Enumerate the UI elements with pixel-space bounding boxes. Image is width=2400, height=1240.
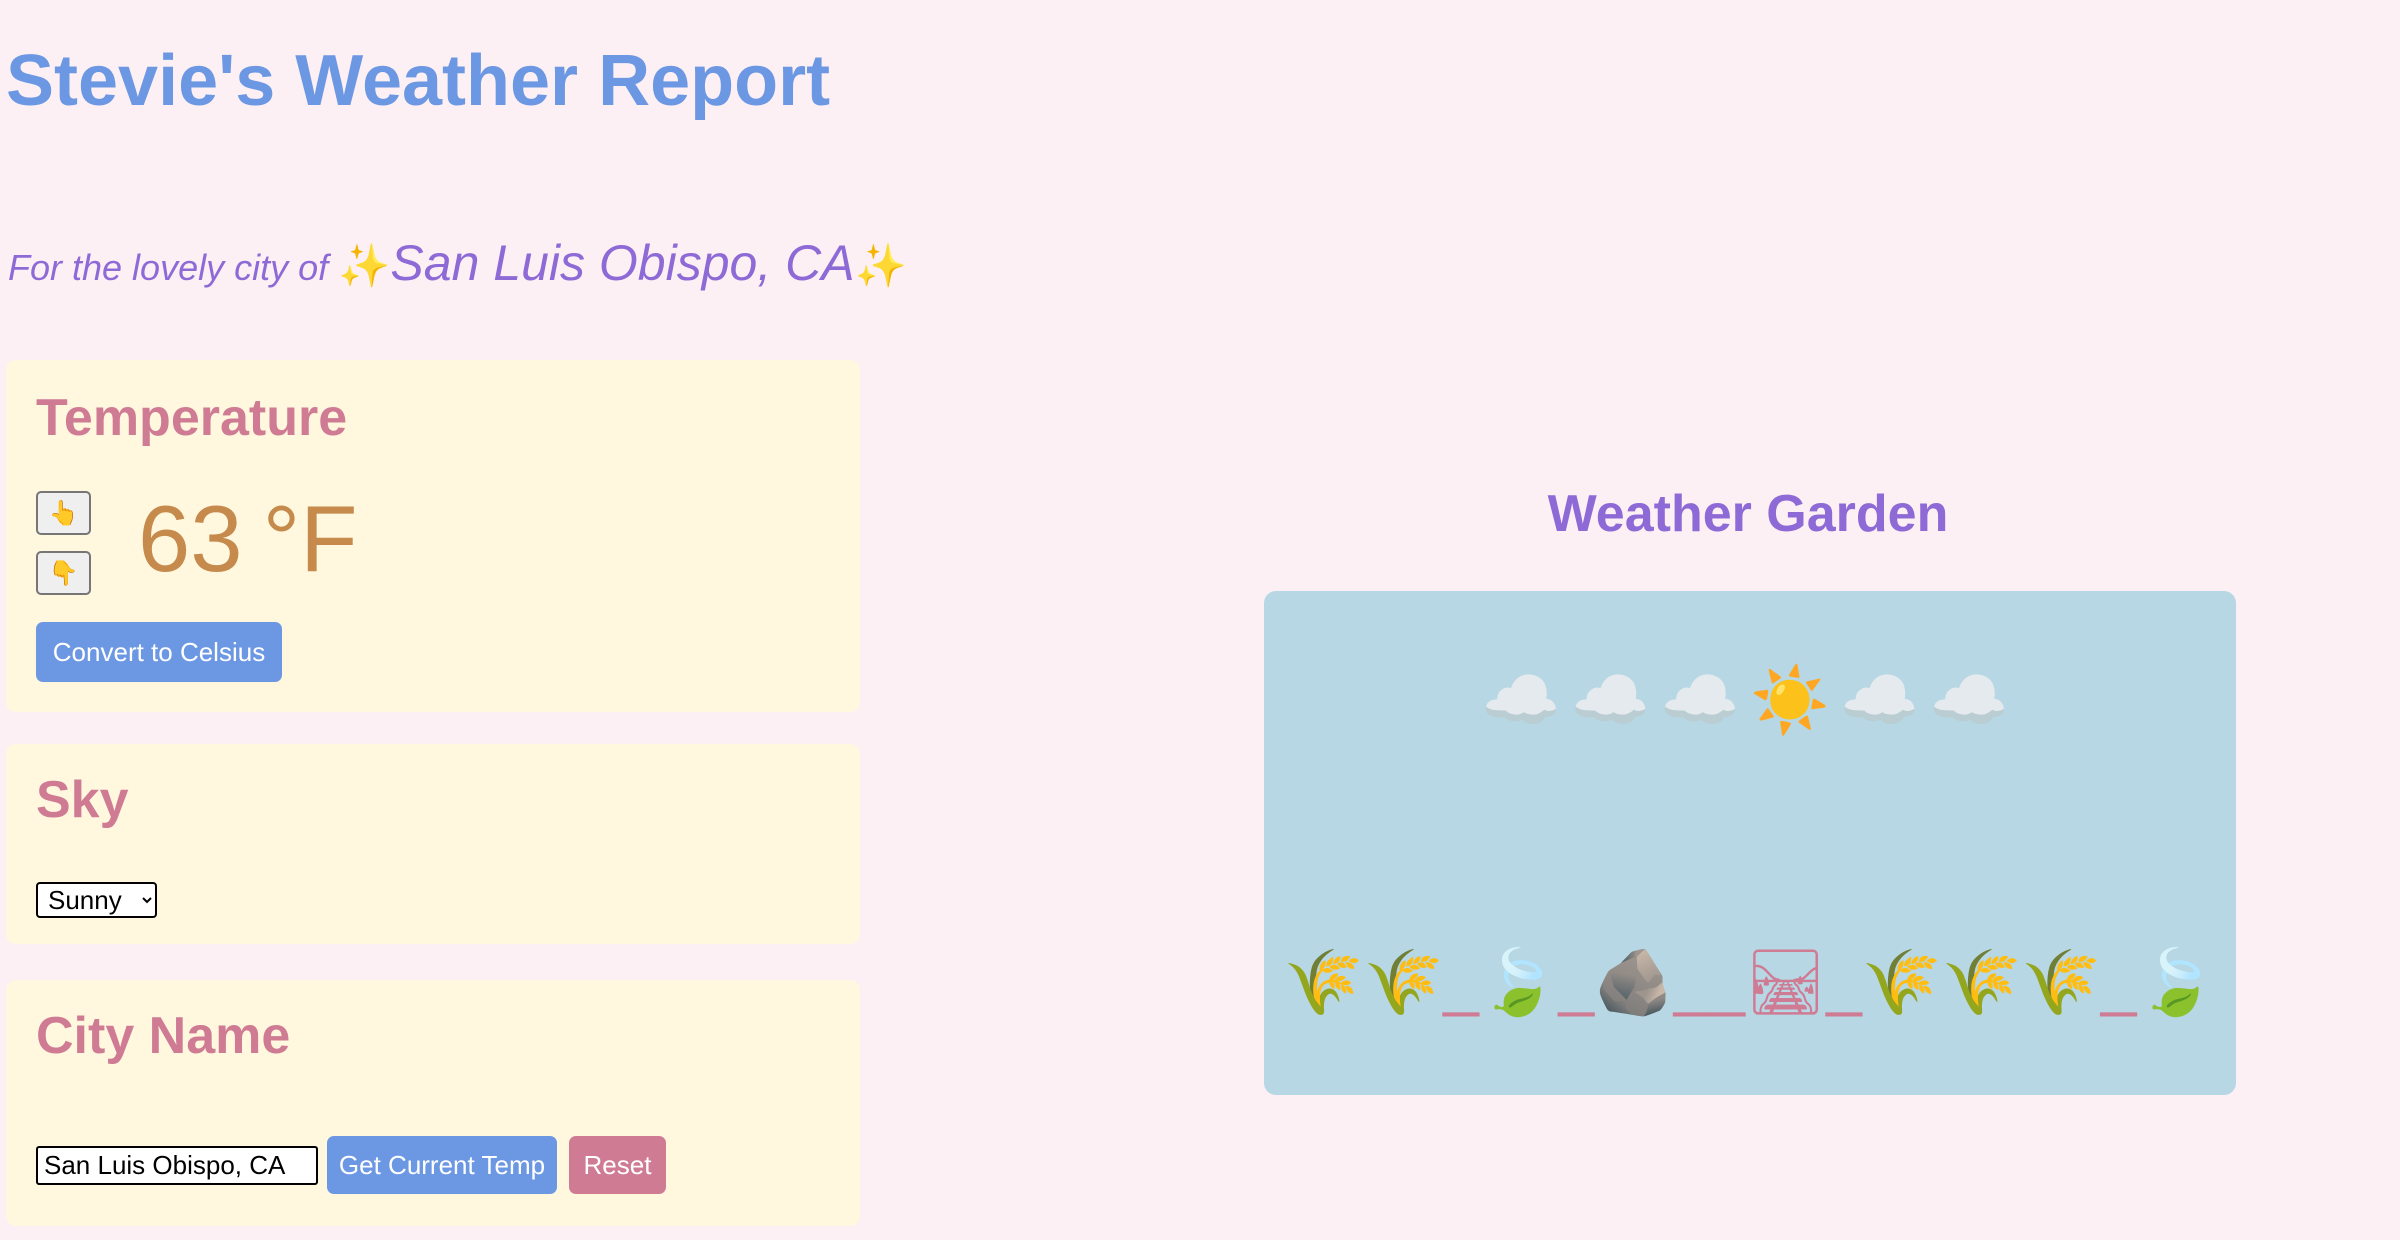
page-title: Stevie's Weather Report: [6, 41, 831, 121]
reset-button[interactable]: Reset: [569, 1136, 666, 1194]
city-name-card: City Name Get Current Temp Reset: [6, 980, 860, 1226]
temperature-heading: Temperature: [36, 389, 348, 447]
sky-select[interactable]: Sunny: [36, 882, 157, 918]
weather-garden-heading: Weather Garden: [1547, 485, 1949, 543]
city-name-heading: City Name: [36, 1007, 291, 1065]
temperature-value: 63: [138, 486, 243, 591]
sky-heading: Sky: [36, 771, 129, 829]
weather-garden: ☁️☁️☁️☀️☁️☁️ 🌾🌾_🍃_🪨__🛤_🌾🌾🌾_🍃: [1264, 591, 2236, 1095]
sky-emoji-row: ☁️☁️☁️☀️☁️☁️: [1480, 664, 2020, 736]
landscape-emoji-row: 🌾🌾_🍃_🪨__🛤_🌾🌾🌾_🍃: [1283, 946, 2217, 1018]
subtitle-prefix: For the lovely city of: [8, 247, 339, 288]
convert-to-celsius-button[interactable]: Convert to Celsius: [36, 622, 282, 682]
decrease-temp-button[interactable]: 👇: [36, 551, 91, 595]
increase-temp-button[interactable]: 👆: [36, 491, 91, 535]
pointing-down-icon: 👇: [48, 559, 79, 587]
temperature-display: 63 °F: [138, 484, 358, 594]
sky-card: Sky Sunny: [6, 744, 860, 944]
weather-report-page: Stevie's Weather Report For the lovely c…: [0, 0, 2400, 1240]
city-subtitle: For the lovely city of ✨San Luis Obispo,…: [8, 228, 907, 311]
temperature-unit: °F: [262, 486, 358, 591]
city-name-input[interactable]: [36, 1146, 318, 1185]
get-current-temp-button[interactable]: Get Current Temp: [327, 1136, 557, 1194]
pointing-up-icon: 👆: [48, 499, 79, 527]
subtitle-city-name: San Luis Obispo, CA: [390, 235, 855, 291]
sparkle-icon-right: ✨: [854, 242, 907, 289]
temperature-card: Temperature 👆 👇 63 °F Convert to Celsius: [6, 360, 860, 712]
sparkle-icon-left: ✨: [338, 242, 391, 289]
